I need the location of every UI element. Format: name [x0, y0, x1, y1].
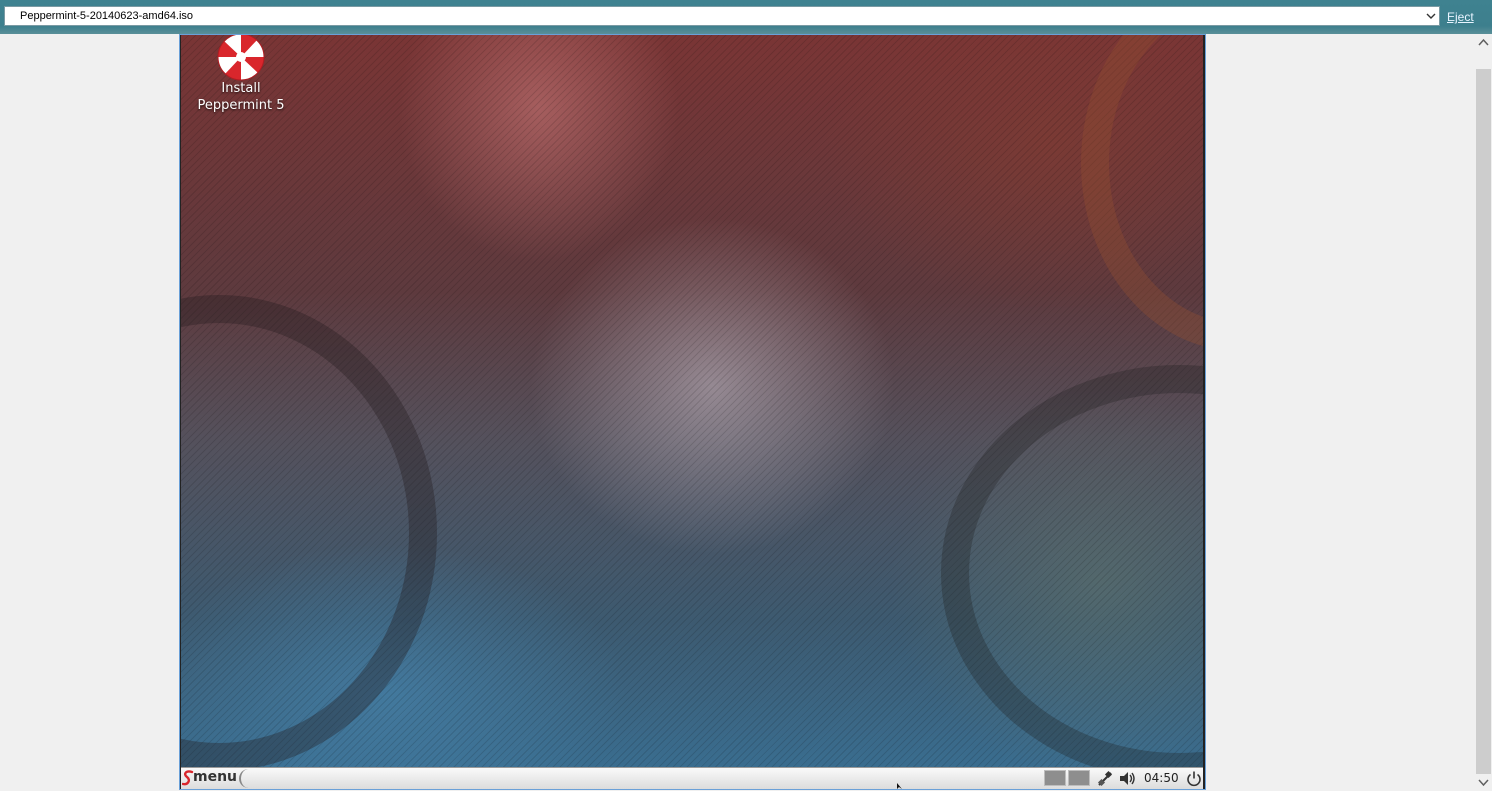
vm-display[interactable]: Install Peppermint 5 menu 04:50 — [179, 34, 1206, 790]
eject-link[interactable]: Eject — [1447, 10, 1474, 24]
install-label-line2: Peppermint 5 — [197, 98, 285, 113]
power-icon[interactable] — [1185, 770, 1203, 787]
host-toolbar: Peppermint-5-20140623-amd64.iso Eject — [0, 0, 1492, 34]
desktop-wallpaper[interactable]: Install Peppermint 5 — [181, 35, 1203, 767]
workspace-1-button[interactable] — [1044, 770, 1066, 786]
desktop-panel: menu 04:50 — [181, 767, 1203, 789]
scroll-down-arrow-icon[interactable] — [1475, 774, 1492, 791]
install-label-line1: Install — [221, 81, 261, 96]
panel-clock[interactable]: 04:50 — [1144, 771, 1179, 785]
iso-image-select[interactable]: Peppermint-5-20140623-amd64.iso — [4, 6, 1440, 26]
install-peppermint-label: Install Peppermint 5 — [189, 80, 293, 114]
menu-label: menu — [193, 769, 238, 785]
peppermint-installer-icon — [217, 35, 265, 81]
menu-button[interactable]: menu — [181, 768, 239, 789]
scroll-up-arrow-icon[interactable] — [1475, 34, 1492, 51]
iso-image-select-value: Peppermint-5-20140623-amd64.iso — [20, 10, 194, 22]
chevron-down-icon — [1426, 13, 1436, 19]
volume-icon[interactable] — [1118, 770, 1136, 787]
mouse-cursor-icon — [897, 783, 902, 789]
taskbar-area[interactable] — [239, 769, 1039, 788]
network-icon[interactable] — [1096, 770, 1114, 787]
page-scrollbar[interactable] — [1475, 34, 1492, 791]
install-peppermint-desktop-icon[interactable]: Install Peppermint 5 — [189, 35, 293, 117]
scrollbar-thumb[interactable] — [1476, 69, 1491, 774]
workspace-2-button[interactable] — [1068, 770, 1090, 786]
